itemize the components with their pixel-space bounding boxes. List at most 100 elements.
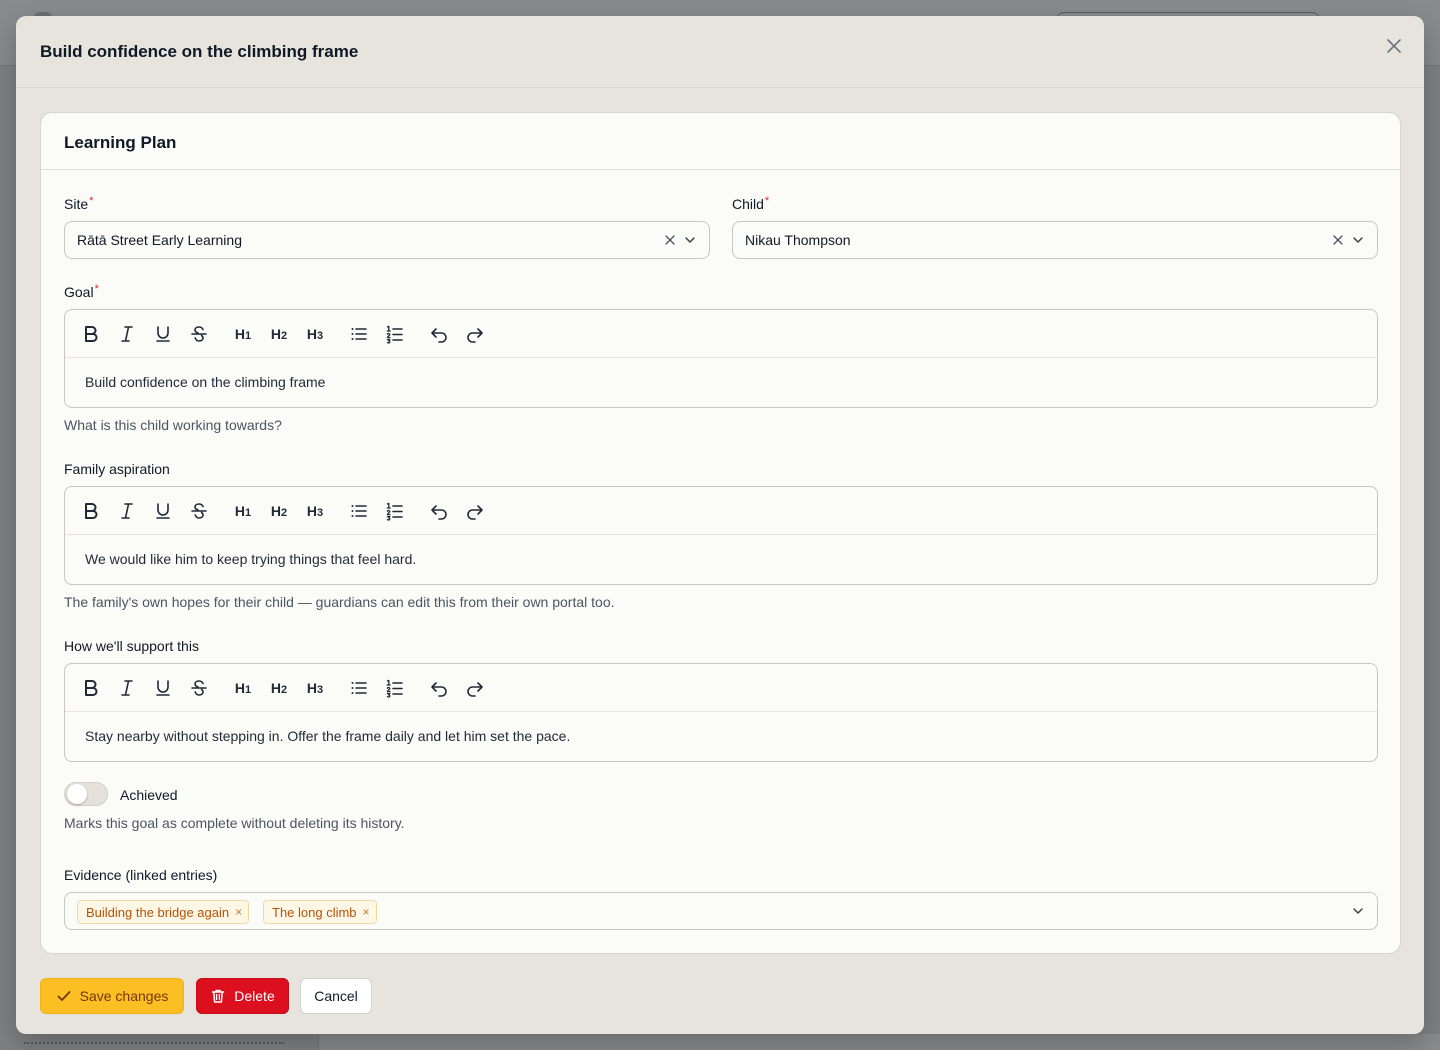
heading-3-button[interactable]: H3 — [303, 676, 327, 700]
support-editor: H1 H2 H3 Stay nearby without stepping in. … — [64, 663, 1378, 762]
italic-button[interactable] — [115, 322, 139, 346]
underline-button[interactable] — [151, 499, 175, 523]
undo-button[interactable] — [427, 322, 451, 346]
heading-2-icon: H2 — [270, 326, 288, 342]
heading-2-button[interactable]: H2 — [267, 676, 291, 700]
remove-tag-button[interactable]: × — [235, 906, 242, 918]
redo-button[interactable] — [463, 499, 487, 523]
evidence-multiselect[interactable]: Building the bridge again × The long cli… — [64, 892, 1378, 930]
heading-3-icon: H3 — [306, 680, 324, 696]
ordered-list-button[interactable] — [383, 322, 407, 346]
toggle-knob — [67, 784, 87, 804]
strikethrough-button[interactable] — [187, 676, 211, 700]
background-text — [24, 1042, 284, 1050]
evidence-tag: The long climb × — [263, 900, 377, 924]
evidence-label: Evidence (linked entries) — [64, 867, 218, 883]
delete-label: Delete — [234, 988, 275, 1004]
section-header: Learning Plan — [41, 113, 1400, 170]
site-dropdown-toggle[interactable] — [683, 233, 697, 247]
undo-button[interactable] — [427, 676, 451, 700]
child-label: Child* — [732, 195, 769, 212]
goal-help-text: What is this child working towards? — [64, 417, 282, 433]
goal-editor-content[interactable]: Build confidence on the climbing frame — [85, 374, 325, 390]
ordered-list-button[interactable] — [383, 499, 407, 523]
evidence-tag-label: Building the bridge again — [86, 904, 230, 920]
italic-icon — [117, 324, 137, 344]
evidence-tag: Building the bridge again × — [77, 900, 250, 924]
heading-1-button[interactable]: H1 — [231, 676, 255, 700]
goal-editor: H1 H2 H3 Build confidence on the climbing … — [64, 309, 1378, 408]
underline-icon — [153, 324, 173, 344]
site-clear-button[interactable] — [663, 233, 677, 247]
background-content — [318, 1034, 1440, 1050]
heading-3-icon: H3 — [306, 326, 324, 342]
italic-button[interactable] — [115, 676, 139, 700]
strikethrough-button[interactable] — [187, 499, 211, 523]
italic-button[interactable] — [115, 499, 139, 523]
child-clear-button[interactable] — [1331, 233, 1345, 247]
site-label-text: Site — [64, 196, 89, 212]
strikethrough-icon — [189, 678, 209, 698]
redo-button[interactable] — [463, 676, 487, 700]
child-select-value: Nikau Thompson — [745, 232, 851, 248]
underline-button[interactable] — [151, 676, 175, 700]
family-aspiration-editor-toolbar: H1 H2 H3 — [65, 487, 1377, 535]
heading-1-icon: H1 — [234, 503, 252, 519]
redo-button[interactable] — [463, 322, 487, 346]
undo-icon — [429, 501, 449, 521]
child-label-text: Child — [732, 196, 764, 212]
close-button[interactable] — [1382, 34, 1406, 58]
underline-button[interactable] — [151, 322, 175, 346]
italic-icon — [117, 501, 137, 521]
bullet-list-button[interactable] — [347, 499, 371, 523]
evidence-dropdown-toggle[interactable] — [1351, 904, 1365, 918]
strikethrough-button[interactable] — [187, 322, 211, 346]
achieved-toggle[interactable] — [64, 782, 108, 806]
remove-tag-button[interactable]: × — [363, 906, 370, 918]
heading-3-button[interactable]: H3 — [303, 499, 327, 523]
cancel-label: Cancel — [314, 988, 358, 1004]
heading-2-button[interactable]: H2 — [267, 322, 291, 346]
child-select[interactable]: Nikau Thompson — [732, 221, 1378, 259]
save-changes-button[interactable]: Save changes — [40, 978, 184, 1014]
bullet-list-button[interactable] — [347, 322, 371, 346]
family-aspiration-editor-content[interactable]: We would like him to keep trying things … — [85, 551, 416, 567]
heading-3-button[interactable]: H3 — [303, 322, 327, 346]
underline-icon — [153, 678, 173, 698]
support-editor-toolbar: H1 H2 H3 — [65, 664, 1377, 712]
family-aspiration-help-text: The family's own hopes for their child —… — [64, 594, 615, 610]
redo-icon — [465, 678, 485, 698]
clear-icon — [665, 235, 675, 245]
undo-button[interactable] — [427, 499, 451, 523]
bold-button[interactable] — [79, 676, 103, 700]
heading-3-icon: H3 — [306, 503, 324, 519]
bullet-list-icon — [349, 678, 369, 698]
heading-1-button[interactable]: H1 — [231, 499, 255, 523]
site-select[interactable]: Rātā Street Early Learning — [64, 221, 710, 259]
modal-footer: Save changes Delete Cancel — [16, 954, 1424, 1034]
ordered-list-button[interactable] — [383, 676, 407, 700]
bold-button[interactable] — [79, 499, 103, 523]
undo-icon — [429, 324, 449, 344]
heading-2-button[interactable]: H2 — [267, 499, 291, 523]
cancel-button[interactable]: Cancel — [300, 978, 372, 1014]
learning-plan-section: Learning Plan Site* Rātā Street Early Le… — [40, 112, 1401, 954]
bullet-list-icon — [349, 501, 369, 521]
child-dropdown-toggle[interactable] — [1351, 233, 1365, 247]
modal-header: Build confidence on the climbing frame — [16, 16, 1424, 88]
bold-icon — [81, 501, 101, 521]
delete-button[interactable]: Delete — [196, 978, 289, 1014]
save-changes-label: Save changes — [79, 988, 169, 1004]
ordered-list-icon — [385, 324, 405, 344]
bold-button[interactable] — [79, 322, 103, 346]
heading-1-button[interactable]: H1 — [231, 322, 255, 346]
trash-icon — [212, 989, 225, 1003]
section-title: Learning Plan — [64, 133, 177, 152]
support-editor-content[interactable]: Stay nearby without stepping in. Offer t… — [85, 728, 570, 744]
edit-learning-plan-modal: Build confidence on the climbing frame L… — [16, 16, 1424, 1034]
bullet-list-button[interactable] — [347, 676, 371, 700]
achieved-help-text: Marks this goal as complete without dele… — [64, 815, 405, 831]
underline-icon — [153, 501, 173, 521]
ordered-list-icon — [385, 501, 405, 521]
support-label: How we'll support this — [64, 638, 199, 654]
